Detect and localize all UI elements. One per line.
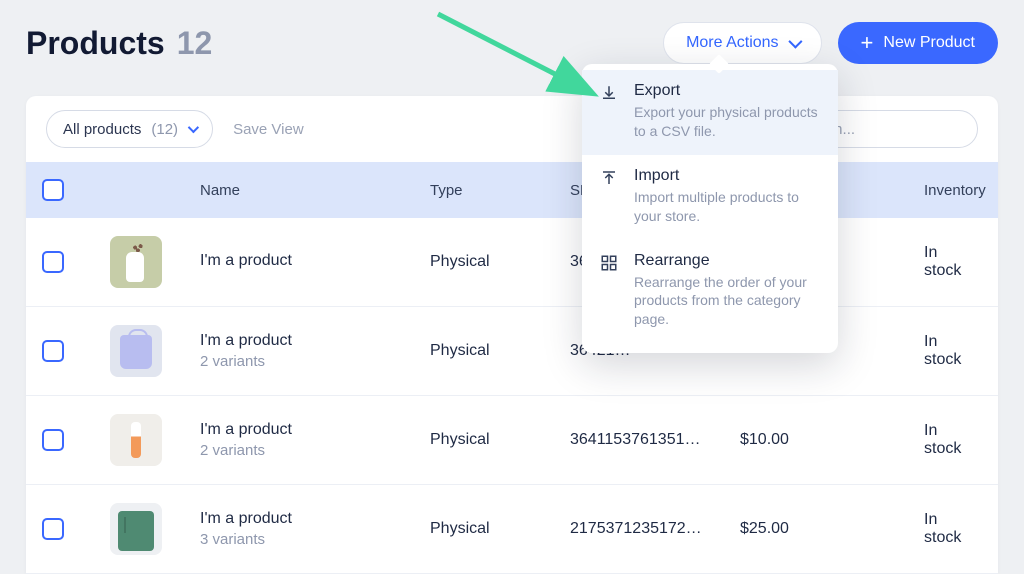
product-name: I'm a product — [200, 252, 430, 270]
new-product-button[interactable]: + New Product — [838, 22, 998, 64]
column-type: Type — [430, 182, 570, 199]
menu-item-title: Import — [634, 167, 820, 185]
table-header: Name Type SKU Inventory — [26, 162, 998, 218]
filter-count: (12) — [151, 121, 178, 138]
product-thumbnail — [110, 325, 162, 377]
menu-item-title: Rearrange — [634, 252, 820, 270]
product-sku: 2175371235172… — [570, 520, 740, 538]
more-actions-menu: Export Export your physical products to … — [582, 64, 838, 353]
table-row[interactable]: I'm a product 3 variants Physical 217537… — [26, 485, 998, 574]
product-sku: 3641153761351… — [570, 431, 740, 449]
chevron-down-icon — [788, 35, 802, 49]
product-inventory: In stock — [920, 333, 978, 369]
filter-all-products[interactable]: All products (12) — [46, 110, 213, 148]
more-actions-label: More Actions — [686, 34, 778, 52]
more-actions-button[interactable]: More Actions — [663, 22, 821, 64]
product-inventory: In stock — [920, 244, 978, 280]
table-row[interactable]: I'm a product 2 variants Physical 364115… — [26, 396, 998, 485]
menu-item-rearrange[interactable]: Rearrange Rearrange the order of your pr… — [582, 240, 838, 344]
new-product-label: New Product — [883, 34, 975, 52]
product-thumbnail — [110, 503, 162, 555]
product-inventory: In stock — [920, 422, 978, 458]
product-inventory: In stock — [920, 511, 978, 547]
menu-item-desc: Rearrange the order of your products fro… — [634, 273, 820, 330]
row-checkbox[interactable] — [42, 251, 64, 273]
product-type: Physical — [430, 342, 570, 360]
save-view-button[interactable]: Save View — [233, 121, 304, 138]
menu-item-import[interactable]: Import Import multiple products to your … — [582, 155, 838, 240]
page-title-count: 12 — [177, 25, 213, 62]
product-name: I'm a product — [200, 332, 430, 350]
product-variants: 2 variants — [200, 353, 430, 370]
product-variants: 2 variants — [200, 442, 430, 459]
product-price: $25.00 — [740, 520, 920, 538]
product-thumbnail — [110, 414, 162, 466]
page-title-wrap: Products 12 — [26, 25, 212, 62]
product-type: Physical — [430, 253, 570, 271]
chevron-down-icon — [188, 122, 199, 133]
products-panel: All products (12) Save View Search... Na… — [26, 96, 998, 574]
menu-item-title: Export — [634, 82, 820, 100]
table-row[interactable]: I'm a product 2 variants Physical 36421…… — [26, 307, 998, 396]
product-name: I'm a product — [200, 510, 430, 528]
product-price: $10.00 — [740, 431, 920, 449]
row-checkbox[interactable] — [42, 429, 64, 451]
product-variants: 3 variants — [200, 531, 430, 548]
upload-icon — [600, 167, 620, 226]
row-checkbox[interactable] — [42, 340, 64, 362]
menu-item-desc: Import multiple products to your store. — [634, 188, 820, 226]
product-name: I'm a product — [200, 421, 430, 439]
page-title: Products — [26, 25, 165, 62]
table-row[interactable]: I'm a product Physical 36421… In stock — [26, 218, 998, 307]
rearrange-icon — [600, 252, 620, 330]
product-thumbnail — [110, 236, 162, 288]
column-name: Name — [200, 182, 430, 199]
menu-item-desc: Export your physical products to a CSV f… — [634, 103, 820, 141]
product-type: Physical — [430, 520, 570, 538]
filter-label: All products — [63, 121, 141, 138]
product-type: Physical — [430, 431, 570, 449]
select-all-checkbox[interactable] — [42, 179, 64, 201]
download-icon — [600, 82, 620, 141]
menu-item-export[interactable]: Export Export your physical products to … — [582, 70, 838, 155]
column-inventory: Inventory — [920, 182, 986, 199]
row-checkbox[interactable] — [42, 518, 64, 540]
